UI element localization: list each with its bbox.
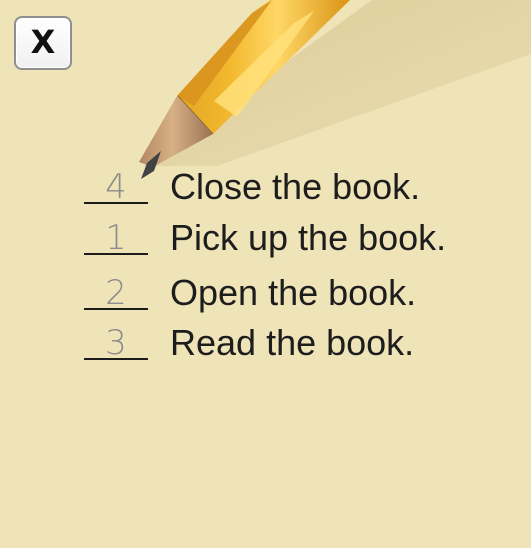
answer-slot[interactable]: 3 — [84, 323, 148, 369]
step-row: 2 Open the book. — [84, 272, 514, 327]
step-number: 4 — [105, 167, 127, 207]
pencil-body-highlight — [214, 11, 314, 117]
answer-slot[interactable]: 1 — [84, 218, 148, 264]
step-number: 2 — [105, 273, 127, 313]
close-button[interactable]: X — [14, 16, 72, 70]
answer-line — [84, 358, 148, 360]
pencil-shadow — [143, 0, 531, 166]
step-list: 4 Close the book. 1 Pick up the book. 2 … — [84, 166, 514, 377]
answer-slot[interactable]: 2 — [84, 273, 148, 319]
step-number: 3 — [105, 323, 127, 363]
step-text: Read the book. — [170, 322, 415, 363]
step-row: 4 Close the book. — [84, 166, 514, 222]
sequencing-card: X 4 Close the book. 1 Pick up the book. … — [0, 0, 531, 548]
step-number: 1 — [105, 218, 127, 258]
pencil-body — [177, 0, 350, 134]
pencil-edge — [177, 95, 214, 135]
answer-slot[interactable]: 4 — [84, 167, 148, 213]
step-row: 3 Read the book. — [84, 322, 514, 377]
answer-line — [84, 202, 148, 204]
step-row: 1 Pick up the book. — [84, 217, 514, 277]
answer-line — [84, 308, 148, 310]
step-text: Close the book. — [170, 166, 421, 207]
answer-line — [84, 253, 148, 255]
pencil-wood-cone — [139, 96, 213, 167]
step-text: Pick up the book. — [170, 217, 447, 258]
close-icon: X — [30, 23, 56, 61]
pencil-body-left-facet — [177, 0, 272, 106]
step-text: Open the book. — [170, 272, 417, 313]
